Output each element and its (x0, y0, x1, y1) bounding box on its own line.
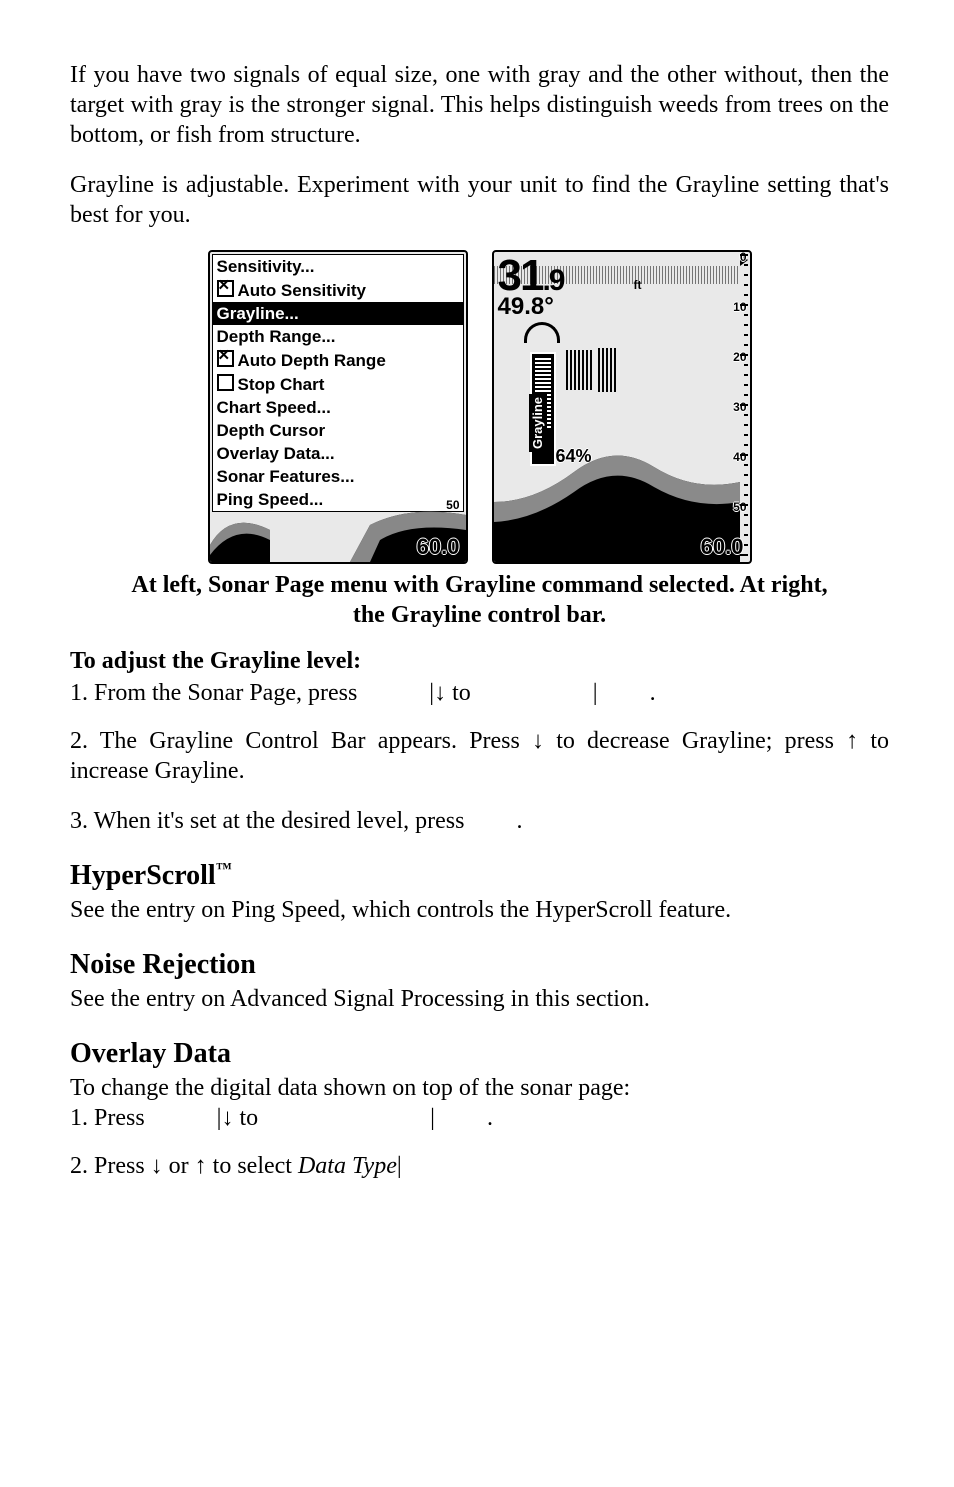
text: . (650, 680, 656, 706)
menu-item-label: Overlay Data... (217, 444, 335, 463)
menu-item[interactable]: Overlay Data... (213, 442, 463, 465)
menu-item[interactable]: Auto Sensitivity (213, 278, 463, 302)
menu-item[interactable]: Sensitivity... (213, 255, 463, 278)
step: 1. From the Sonar Page, press |↓ to | . (70, 678, 889, 708)
text: |↓ to (429, 680, 476, 706)
trademark-symbol: ™ (216, 861, 232, 878)
text: | (397, 1153, 402, 1179)
paragraph: See the entry on Advanced Signal Process… (70, 984, 889, 1014)
step: 1. Press |↓ to | . (70, 1103, 889, 1133)
menu-item[interactable]: Auto Depth Range (213, 348, 463, 372)
figure-row: Sensitivity... Auto Sensitivity Grayline..… (70, 250, 889, 564)
step: 2. Press ↓ or ↑ to select Data Type| (70, 1151, 889, 1181)
depth-range-label: 60.0 (417, 533, 460, 561)
depth-scale (738, 254, 748, 560)
sonar-grayline-screenshot: 31.9 ft 49.8° Grayline 64% 0 10 20 3 (492, 250, 752, 564)
menu-item-label: Sensitivity... (217, 257, 315, 276)
step: 3. When it's set at the desired level, p… (70, 806, 889, 836)
sonar-menu-screenshot: Sensitivity... Auto Sensitivity Grayline..… (208, 250, 468, 564)
text: |↓ to (217, 1105, 264, 1131)
menu-item[interactable]: Chart Speed... (213, 396, 463, 419)
document-page: If you have two signals of equal size, o… (0, 0, 954, 1261)
menu-item-label: Stop Chart (238, 375, 325, 394)
figure-caption: At left, Sonar Page menu with Grayline c… (130, 570, 829, 630)
menu-item[interactable]: Sonar Features... (213, 465, 463, 488)
italic-text: Data Type (298, 1153, 397, 1179)
heading: Overlay Data (70, 1036, 889, 1071)
paragraph: To change the digital data shown on top … (70, 1073, 889, 1103)
checkbox-icon (217, 350, 234, 367)
text: | (593, 680, 598, 706)
structure-echo (598, 348, 618, 392)
paragraph: See the entry on Ping Speed, which contr… (70, 895, 889, 925)
menu-item[interactable]: Grayline... (213, 302, 463, 325)
text: HyperScroll (70, 860, 216, 891)
step: 2. The Grayline Control Bar appears. Pre… (70, 726, 889, 786)
heading: HyperScroll™ (70, 858, 889, 893)
text: | (430, 1105, 435, 1131)
subheading: To adjust the Grayline level: (70, 646, 889, 676)
paragraph: Grayline is adjustable. Experiment with … (70, 170, 889, 230)
menu-item-label: Depth Cursor (217, 421, 326, 440)
text: 1. Press (70, 1105, 151, 1131)
text: . (487, 1105, 493, 1131)
checkbox-icon (217, 374, 234, 391)
menu-item[interactable]: Depth Cursor (213, 419, 463, 442)
menu-item-label: Chart Speed... (217, 398, 331, 417)
text: 3. When it's set at the desired level, p… (70, 808, 470, 834)
sonar-menu: Sensitivity... Auto Sensitivity Grayline..… (212, 254, 464, 512)
scale-label: 50 (446, 498, 459, 513)
fish-arch-icon (524, 322, 560, 343)
checkbox-icon (217, 280, 234, 297)
menu-item-label: Sonar Features... (217, 467, 355, 486)
menu-item[interactable]: Stop Chart (213, 372, 463, 396)
sonar-bottom-graphic: 50 60.0 (210, 500, 466, 562)
structure-echo (566, 350, 594, 390)
menu-item-label: Depth Range... (217, 327, 336, 346)
temperature-readout: 49.8° (498, 292, 554, 322)
menu-item-label: Grayline... (217, 304, 299, 323)
text: 2. Press ↓ or ↑ to select (70, 1153, 298, 1179)
heading: Noise Rejection (70, 947, 889, 982)
text: . (516, 808, 522, 834)
menu-item-label: Auto Sensitivity (238, 281, 366, 300)
paragraph: If you have two signals of equal size, o… (70, 60, 889, 150)
menu-item-label: Auto Depth Range (238, 351, 386, 370)
menu-item[interactable]: Depth Range... (213, 325, 463, 348)
depth-unit: ft (634, 278, 642, 293)
text: 1. From the Sonar Page, press (70, 680, 363, 706)
